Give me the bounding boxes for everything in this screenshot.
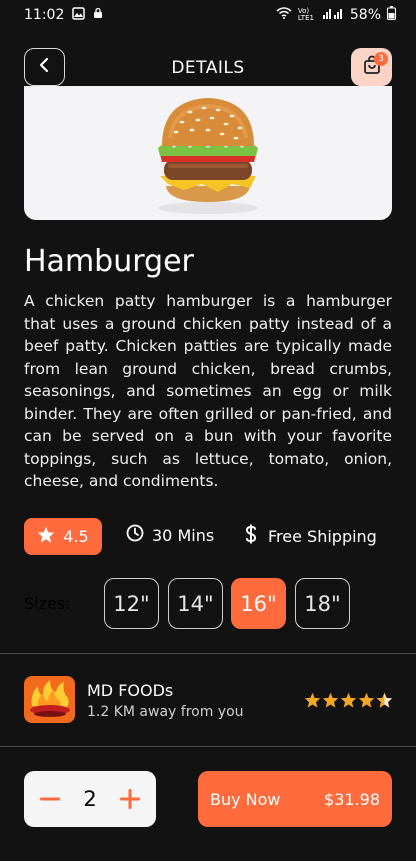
shipping-info: Free Shipping (244, 524, 377, 548)
cart-count-badge: 3 (374, 52, 388, 66)
size-option-18[interactable]: 18" (295, 578, 350, 629)
store-logo[interactable] (24, 676, 75, 723)
delivery-time-label: 30 Mins (152, 525, 215, 545)
size-option-16[interactable]: 16" (231, 578, 286, 629)
cart-button[interactable]: 3 (351, 48, 392, 86)
divider (0, 653, 416, 654)
lock-icon (93, 7, 103, 23)
rating-badge: 4.5 (24, 518, 102, 555)
product-image (24, 86, 392, 220)
product-description: A chicken patty hamburger is a hamburger… (24, 292, 392, 490)
status-bar: 11:02 Vo) LTE1 58% (0, 0, 416, 30)
product-name: Hamburger (24, 244, 194, 279)
dollar-icon (244, 524, 258, 548)
battery-percent: 58% (349, 7, 381, 23)
decrease-button[interactable] (38, 787, 62, 811)
buy-now-button[interactable]: Buy Now $31.98 (198, 771, 392, 827)
sizes-label: Sizes: (24, 594, 71, 613)
signal-icon (322, 7, 344, 23)
star-icon (304, 692, 321, 708)
shipping-label: Free Shipping (268, 526, 377, 546)
gallery-icon (72, 6, 86, 24)
plus-icon (120, 789, 140, 809)
store-distance: 1.2 KM away from you (87, 704, 244, 720)
quantity-value: 2 (83, 787, 97, 811)
store-name[interactable]: MD FOODs (87, 681, 173, 700)
hamburger-image (158, 98, 258, 214)
rating-value: 4.5 (63, 527, 89, 546)
total-price: $31.98 (324, 789, 380, 809)
store-rating-stars (304, 692, 393, 708)
size-option-14[interactable]: 14" (168, 578, 223, 629)
wifi-icon (276, 7, 292, 23)
buy-now-label: Buy Now (210, 789, 281, 809)
star-icon (322, 692, 339, 708)
status-time: 11:02 (24, 7, 65, 23)
star-icon (358, 692, 375, 708)
network-type: Vo) LTE1 (297, 7, 314, 22)
clock-icon (126, 524, 144, 546)
divider (0, 746, 416, 747)
minus-icon (40, 797, 60, 801)
star-icon (37, 526, 55, 547)
star-icon (340, 692, 357, 708)
star-half-icon (376, 692, 393, 708)
header: DETAILS 3 (0, 46, 416, 88)
delivery-time: 30 Mins (126, 524, 214, 546)
battery-icon (387, 6, 396, 24)
quantity-stepper: 2 (24, 771, 156, 827)
increase-button[interactable] (118, 787, 142, 811)
size-option-12[interactable]: 12" (104, 578, 159, 629)
